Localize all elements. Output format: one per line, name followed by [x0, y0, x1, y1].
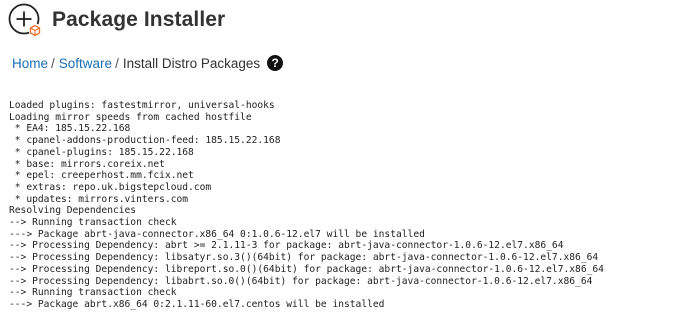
breadcrumb-home-link[interactable]: Home: [12, 56, 48, 71]
add-package-icon: [8, 3, 42, 37]
breadcrumb-software-link[interactable]: Software: [59, 56, 112, 71]
log-line: --> Processing Dependency: abrt >= 2.1.1…: [9, 240, 564, 252]
log-line: --> Processing Dependency: libabrt.so.0(…: [9, 275, 593, 287]
breadcrumb-separator: /: [51, 55, 55, 71]
breadcrumb-separator: /: [115, 55, 119, 71]
log-line: * extras: repo.uk.bigstepcloud.com: [9, 181, 212, 193]
log-line: ---> Package abrt.x86_64 0:2.1.11-60.el7…: [9, 298, 385, 310]
log-line: --> Processing Dependency: libreport.so.…: [9, 263, 604, 275]
log-line: Resolving Dependencies: [9, 205, 137, 217]
page-header: Package Installer: [8, 3, 225, 37]
install-output-log: Loaded plugins: fastestmirror, universal…: [9, 100, 679, 319]
log-line: * updates: mirrors.vinters.com: [9, 193, 189, 205]
question-circle-icon[interactable]: ?: [267, 55, 284, 71]
log-line: --> Processing Dependency: libsatyr.so.3…: [9, 252, 599, 264]
page-title: Package Installer: [52, 8, 226, 31]
breadcrumb-current: Install Distro Packages: [122, 55, 261, 71]
log-line: --> Running transaction check: [9, 217, 177, 229]
log-line: --> Running transaction check: [9, 287, 177, 299]
log-line: Loaded plugins: fastestmirror, universal…: [9, 100, 275, 111]
log-line: Loading mirror speeds from cached hostfi…: [9, 111, 252, 123]
log-line: * EA4: 185.15.22.168: [9, 123, 131, 135]
log-line: * epel: creeperhost.mm.fcix.net: [9, 170, 194, 182]
log-line: * base: mirrors.coreix.net: [9, 158, 165, 170]
log-line: ---> Package abrt-java-connector.x86_64 …: [9, 228, 425, 240]
log-line: * cpanel-plugins: 185.15.22.168: [9, 146, 194, 158]
log-line: * cpanel-addons-production-feed: 185.15.…: [9, 135, 281, 147]
breadcrumb: Home / Software / Install Distro Package…: [12, 55, 284, 71]
